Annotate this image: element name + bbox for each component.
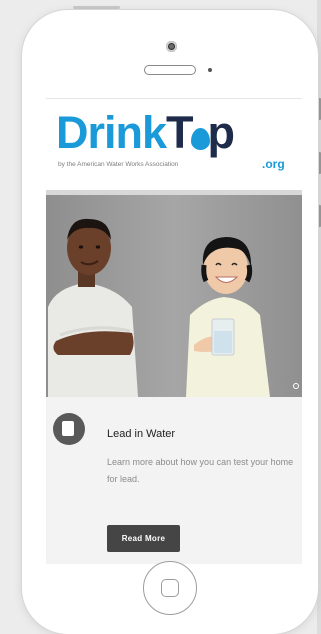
- home-button[interactable]: [143, 561, 197, 615]
- logo-letter-t: T: [166, 107, 193, 158]
- home-square-icon: [161, 579, 179, 597]
- girl-figure: [186, 237, 270, 397]
- logo-letter-p: p: [207, 107, 235, 158]
- document-icon: [53, 413, 85, 445]
- phone-mockup: DrinkT p by the American Water Works Asso…: [22, 10, 318, 634]
- logo-banner[interactable]: DrinkT p by the American Water Works Asso…: [46, 98, 302, 191]
- logo-word-drink: Drink: [56, 107, 167, 158]
- carousel-indicator[interactable]: [293, 383, 299, 389]
- read-more-button[interactable]: Read More: [107, 525, 180, 552]
- drinktap-logo[interactable]: DrinkT p: [56, 107, 235, 158]
- info-card: Lead in Water Learn more about how you c…: [46, 397, 302, 564]
- card-title: Lead in Water: [107, 428, 176, 440]
- children-illustration: [48, 218, 270, 397]
- boy-figure: [48, 218, 138, 397]
- card-description: Learn more about how you can test your h…: [107, 457, 294, 484]
- logo-tagline: by the American Water Works Association: [58, 161, 179, 168]
- top-divider: [73, 6, 120, 9]
- proximity-sensor: [208, 68, 212, 72]
- hero-photo: [46, 195, 302, 397]
- speaker-grille: [144, 65, 196, 75]
- camera-icon: [166, 41, 177, 52]
- phone-screen: DrinkT p by the American Water Works Asso…: [46, 98, 302, 564]
- logo-org-suffix: .org: [262, 157, 285, 171]
